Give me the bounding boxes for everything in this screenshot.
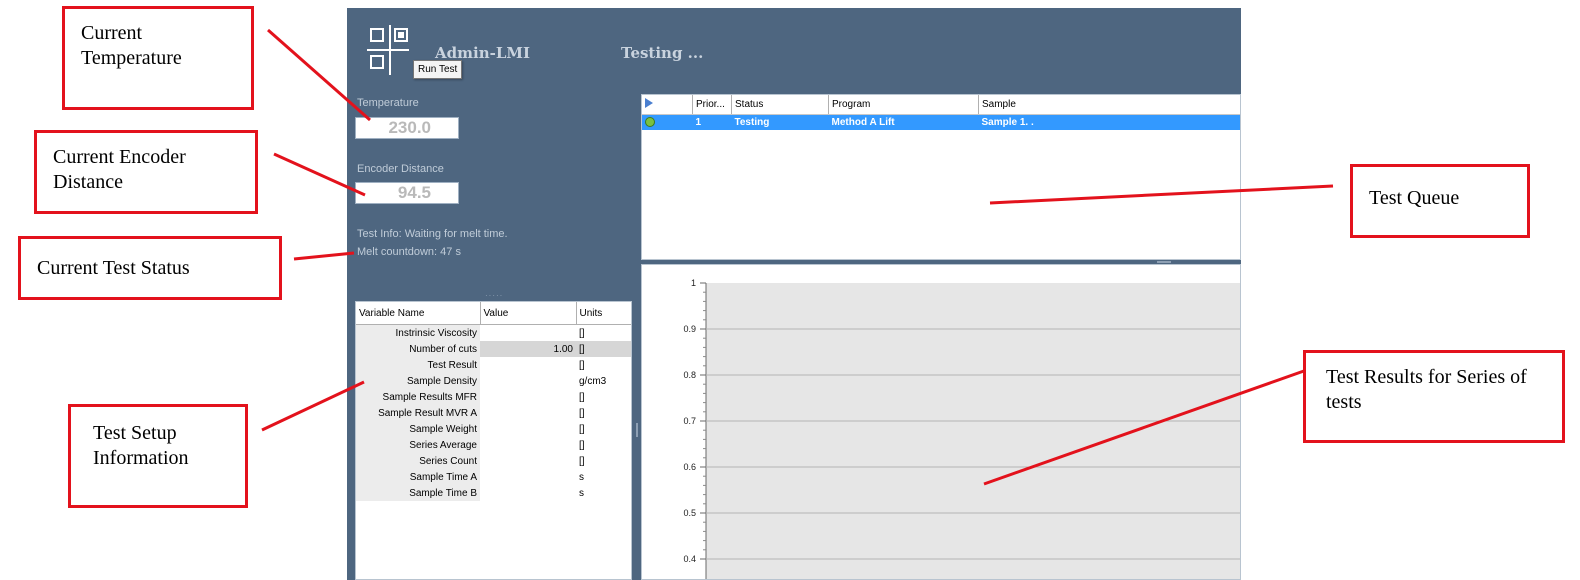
callout-current-encoder-distance: Current Encoder Distance [34, 130, 258, 214]
callout-current-temperature: Current Temperature [62, 6, 254, 110]
callout-current-test-status: Current Test Status [18, 236, 282, 300]
callout-test-results: Test Results for Series of tests [1303, 350, 1565, 443]
callout-test-setup-information: Test Setup Information [68, 404, 248, 508]
callout-test-queue: Test Queue [1350, 164, 1530, 238]
